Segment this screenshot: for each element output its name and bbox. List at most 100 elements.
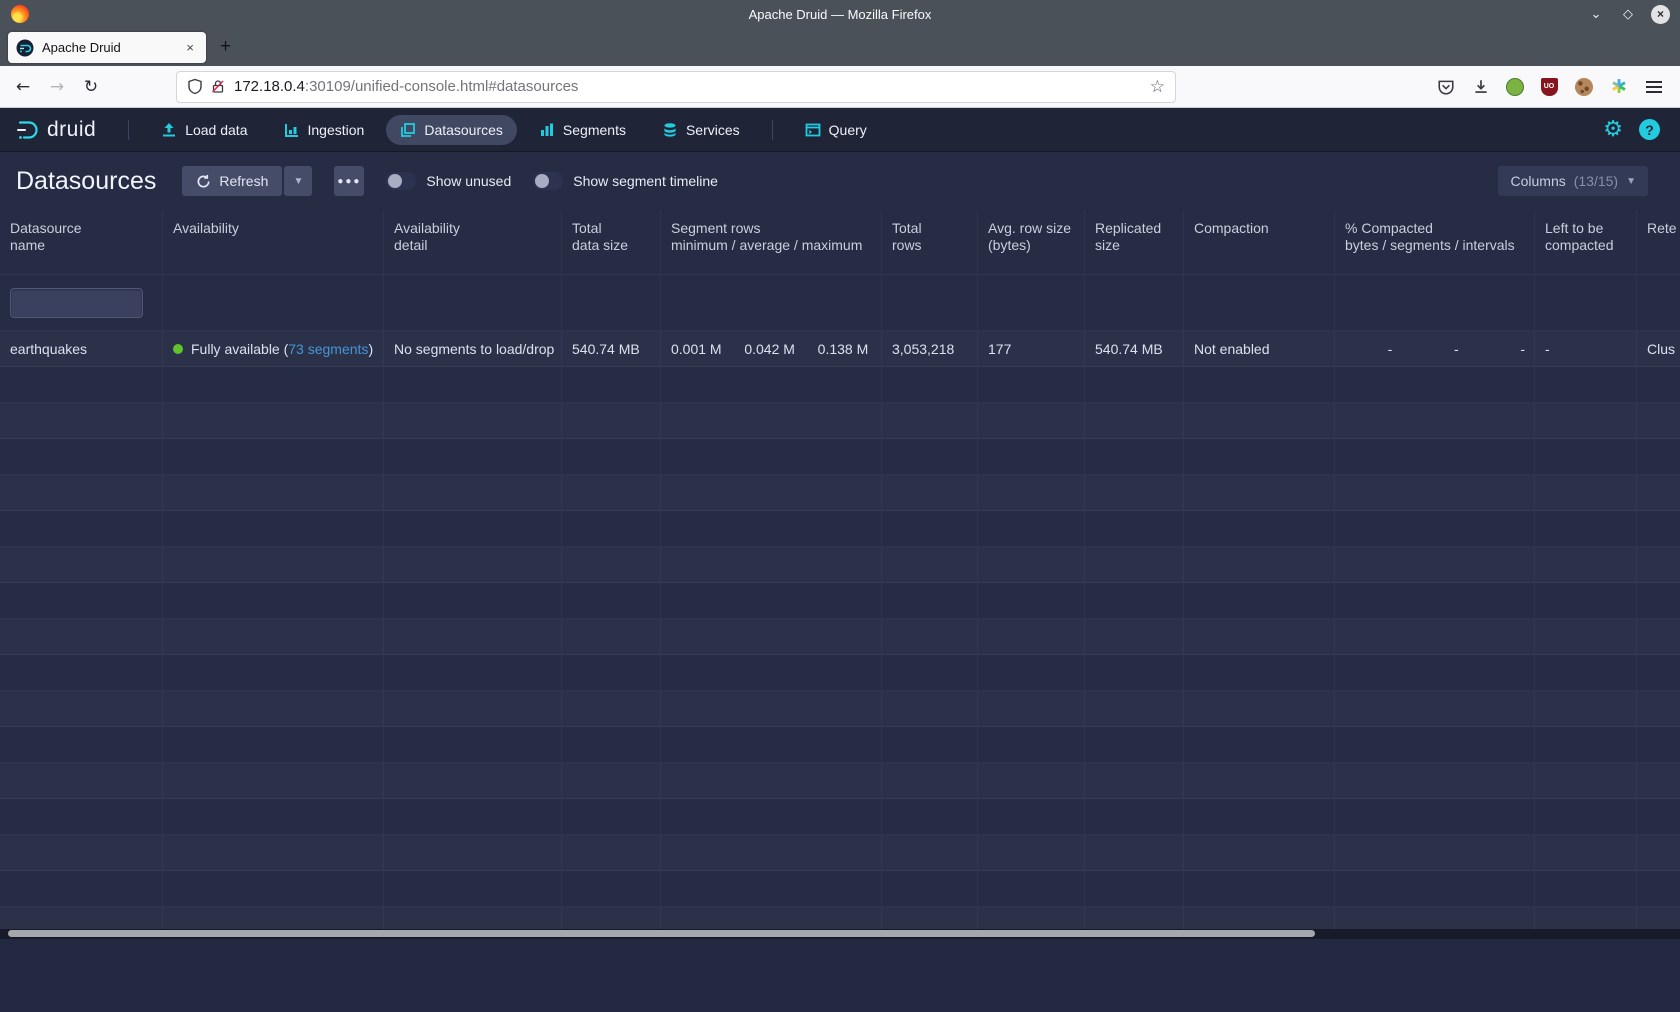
- back-icon[interactable]: ←: [8, 77, 38, 97]
- column-header-label: Total: [572, 220, 660, 237]
- column-header-label: Availability: [394, 220, 561, 237]
- nav-item-query[interactable]: Query: [791, 115, 881, 145]
- horizontal-scrollbar[interactable]: [0, 929, 1680, 939]
- segments-link[interactable]: 73 segments: [288, 341, 368, 357]
- total-data-size-cell: 540.74 MB: [562, 331, 661, 366]
- empty-cell: [1535, 655, 1637, 690]
- column-header-label: Rete: [1647, 220, 1680, 237]
- column-header[interactable]: Totaldata size: [562, 210, 661, 274]
- empty-cell: [882, 655, 978, 690]
- extension-asterisk-icon[interactable]: ✱: [1609, 77, 1629, 97]
- pct-compacted-value: -: [1335, 341, 1401, 357]
- tab-close-icon[interactable]: ×: [182, 40, 198, 55]
- columns-button[interactable]: Columns (13/15) ▼: [1498, 166, 1648, 196]
- retention-cell: Clus: [1637, 331, 1680, 366]
- tracking-shield-icon[interactable]: [187, 78, 203, 95]
- empty-cell: [1335, 871, 1535, 906]
- downloads-icon[interactable]: [1471, 77, 1491, 97]
- more-actions-button[interactable]: ●●●: [334, 166, 364, 196]
- help-icon[interactable]: ?: [1639, 119, 1660, 140]
- datasource-name-filter-input[interactable]: [10, 288, 143, 318]
- menu-hamburger-icon[interactable]: [1644, 77, 1664, 97]
- forward-icon[interactable]: →: [42, 77, 72, 97]
- refresh-dropdown-button[interactable]: ▼: [284, 166, 312, 196]
- column-header[interactable]: Compaction: [1184, 210, 1335, 274]
- insecure-lock-icon[interactable]: [210, 78, 226, 95]
- column-header[interactable]: Availabilitydetail: [384, 210, 562, 274]
- column-header[interactable]: Datasourcename: [0, 210, 163, 274]
- empty-cell: [661, 763, 882, 798]
- window-maximize-icon[interactable]: ◇: [1619, 5, 1637, 23]
- pct-compacted-cell: ---: [1335, 331, 1535, 366]
- column-header[interactable]: % Compactedbytes / segments / intervals: [1335, 210, 1535, 274]
- empty-cell: [661, 799, 882, 834]
- empty-cell: [1335, 727, 1535, 762]
- empty-cell: [163, 763, 384, 798]
- column-header[interactable]: Left to becompacted: [1535, 210, 1637, 274]
- empty-cell: [1184, 763, 1335, 798]
- column-header[interactable]: Availability: [163, 210, 384, 274]
- empty-cell: [1637, 655, 1680, 690]
- show-unused-toggle[interactable]: [386, 172, 416, 190]
- nav-item-label: Services: [686, 122, 740, 138]
- total-rows-cell: 3,053,218: [882, 331, 978, 366]
- empty-cell: [1535, 763, 1637, 798]
- empty-cell: [1085, 547, 1184, 582]
- reload-icon[interactable]: ↻: [76, 77, 106, 97]
- column-header[interactable]: Replicatedsize: [1085, 210, 1184, 274]
- empty-cell: [978, 691, 1085, 726]
- druid-logo[interactable]: druid: [14, 117, 96, 143]
- cookie-extension-icon[interactable]: [1574, 77, 1594, 97]
- empty-cell: [0, 547, 163, 582]
- empty-cell: [1535, 439, 1637, 474]
- empty-cell: [978, 763, 1085, 798]
- empty-cell: [1184, 583, 1335, 618]
- new-tab-button[interactable]: +: [220, 36, 231, 58]
- column-header[interactable]: Avg. row size(bytes): [978, 210, 1085, 274]
- nav-item-load-data[interactable]: Load data: [147, 115, 261, 145]
- chevron-down-icon: ▼: [1626, 176, 1636, 187]
- pocket-icon[interactable]: [1436, 77, 1456, 97]
- empty-cell: [562, 367, 661, 402]
- column-header[interactable]: Segment rowsminimum / average / maximum: [661, 210, 882, 274]
- url-bar[interactable]: 172.18.0.4:30109/unified-console.html#da…: [176, 71, 1176, 103]
- empty-cell: [0, 475, 163, 510]
- empty-cell: [1535, 547, 1637, 582]
- empty-cell: [1637, 763, 1680, 798]
- empty-cell: [978, 727, 1085, 762]
- empty-cell: [1184, 835, 1335, 870]
- column-header-label: Datasource: [10, 220, 162, 237]
- nav-item-datasources[interactable]: Datasources: [386, 115, 517, 145]
- nav-item-ingestion[interactable]: Ingestion: [270, 115, 379, 145]
- empty-cell: [0, 727, 163, 762]
- nav-item-segments[interactable]: Segments: [525, 115, 640, 145]
- settings-gear-icon[interactable]: ⚙: [1603, 119, 1623, 141]
- page-title: Datasources: [16, 167, 156, 196]
- datasource-name-cell: earthquakes: [0, 331, 163, 366]
- ublock-icon[interactable]: UO: [1539, 77, 1559, 97]
- bookmark-star-icon[interactable]: ☆: [1150, 77, 1165, 97]
- column-header[interactable]: Totalrows: [882, 210, 978, 274]
- window-close-icon[interactable]: ×: [1651, 5, 1670, 24]
- window-minimize-icon[interactable]: ⌄: [1587, 5, 1605, 23]
- empty-cell: [163, 583, 384, 618]
- empty-cell: [1184, 727, 1335, 762]
- url-path: :30109/unified-console.html#datasources: [305, 78, 579, 95]
- show-segment-timeline-toggle[interactable]: [533, 172, 563, 190]
- scrollbar-thumb[interactable]: [8, 930, 1315, 937]
- privacy-badger-icon[interactable]: [1506, 78, 1524, 96]
- column-header-label: Availability: [173, 220, 383, 237]
- empty-cell: [163, 691, 384, 726]
- empty-cell: [661, 583, 882, 618]
- column-header-sublabel: rows: [892, 237, 977, 254]
- empty-cell: [163, 511, 384, 546]
- browser-tab[interactable]: Apache Druid ×: [8, 32, 206, 63]
- refresh-button[interactable]: Refresh: [182, 166, 282, 196]
- column-header[interactable]: Rete: [1637, 210, 1680, 274]
- pct-compacted-value: -: [1401, 341, 1467, 357]
- table-row[interactable]: earthquakesFully available (73 segments)…: [0, 331, 1680, 367]
- url-text[interactable]: 172.18.0.4:30109/unified-console.html#da…: [234, 78, 1150, 95]
- segment-rows-value: 0.042 M: [734, 341, 807, 357]
- empty-cell: [0, 691, 163, 726]
- nav-item-services[interactable]: Services: [648, 115, 754, 145]
